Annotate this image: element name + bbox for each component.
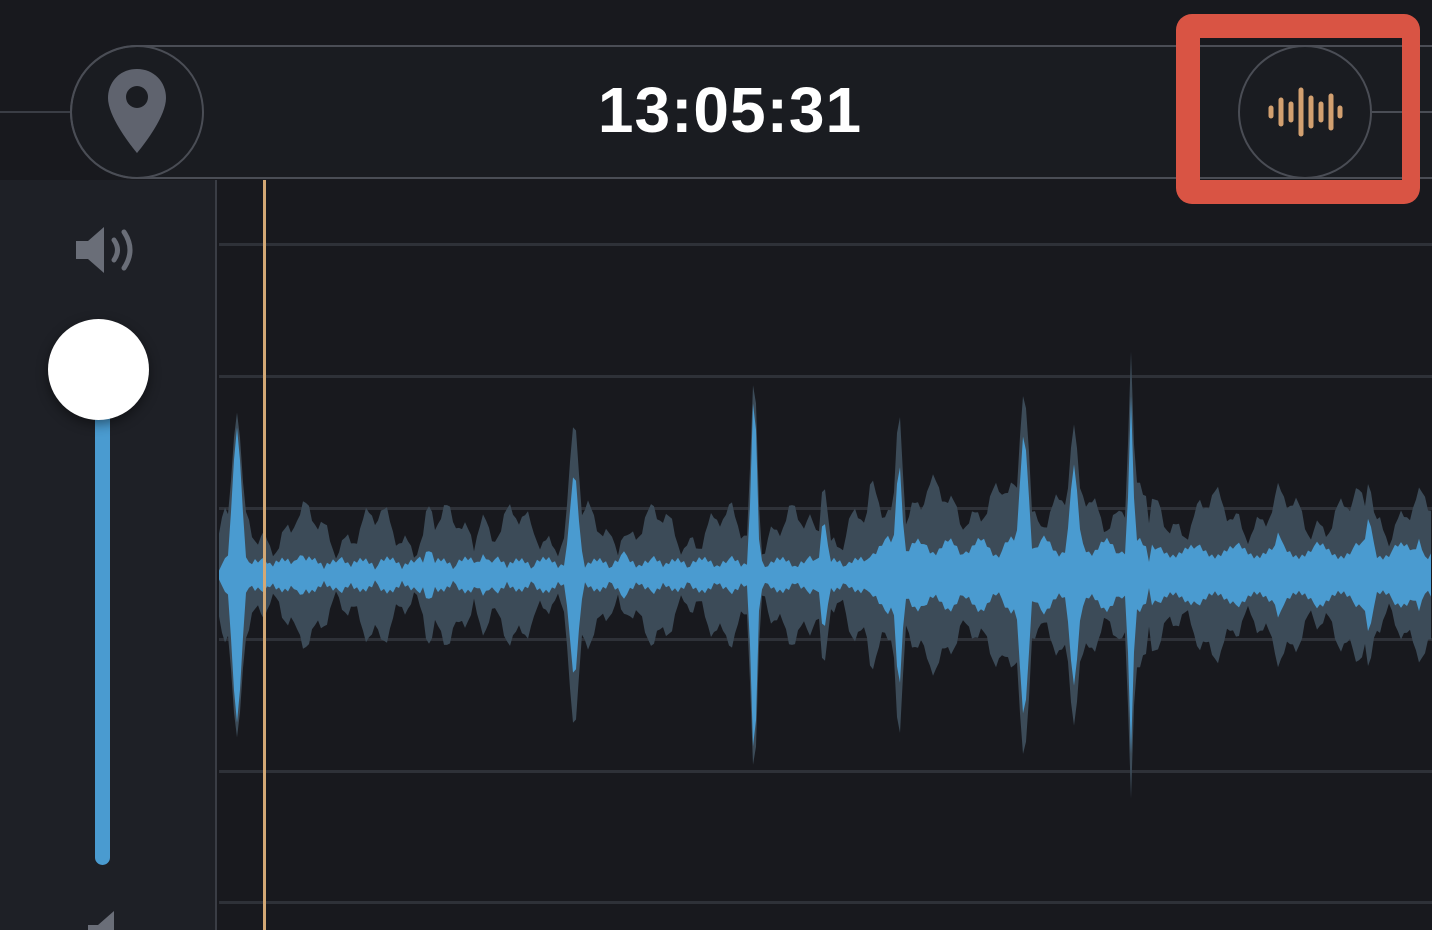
location-button[interactable] [70, 45, 204, 179]
waveform-button[interactable] [1238, 45, 1372, 179]
speaker-low-icon [88, 911, 114, 930]
playhead[interactable] [263, 180, 266, 930]
header-divider-right [1372, 111, 1432, 113]
speaker-high-icon [76, 227, 133, 273]
volume-slider-thumb[interactable] [48, 319, 149, 420]
volume-slider-track[interactable] [95, 395, 110, 865]
waveform-icon [1268, 87, 1343, 137]
waveform-inner [219, 396, 1431, 754]
audio-app: 13:05:31 [0, 0, 1432, 930]
location-pin-icon [108, 69, 166, 153]
current-time: 13:05:31 [597, 74, 863, 146]
waveform [219, 351, 1431, 799]
header-divider [0, 111, 72, 113]
waveform-area[interactable] [219, 180, 1432, 930]
